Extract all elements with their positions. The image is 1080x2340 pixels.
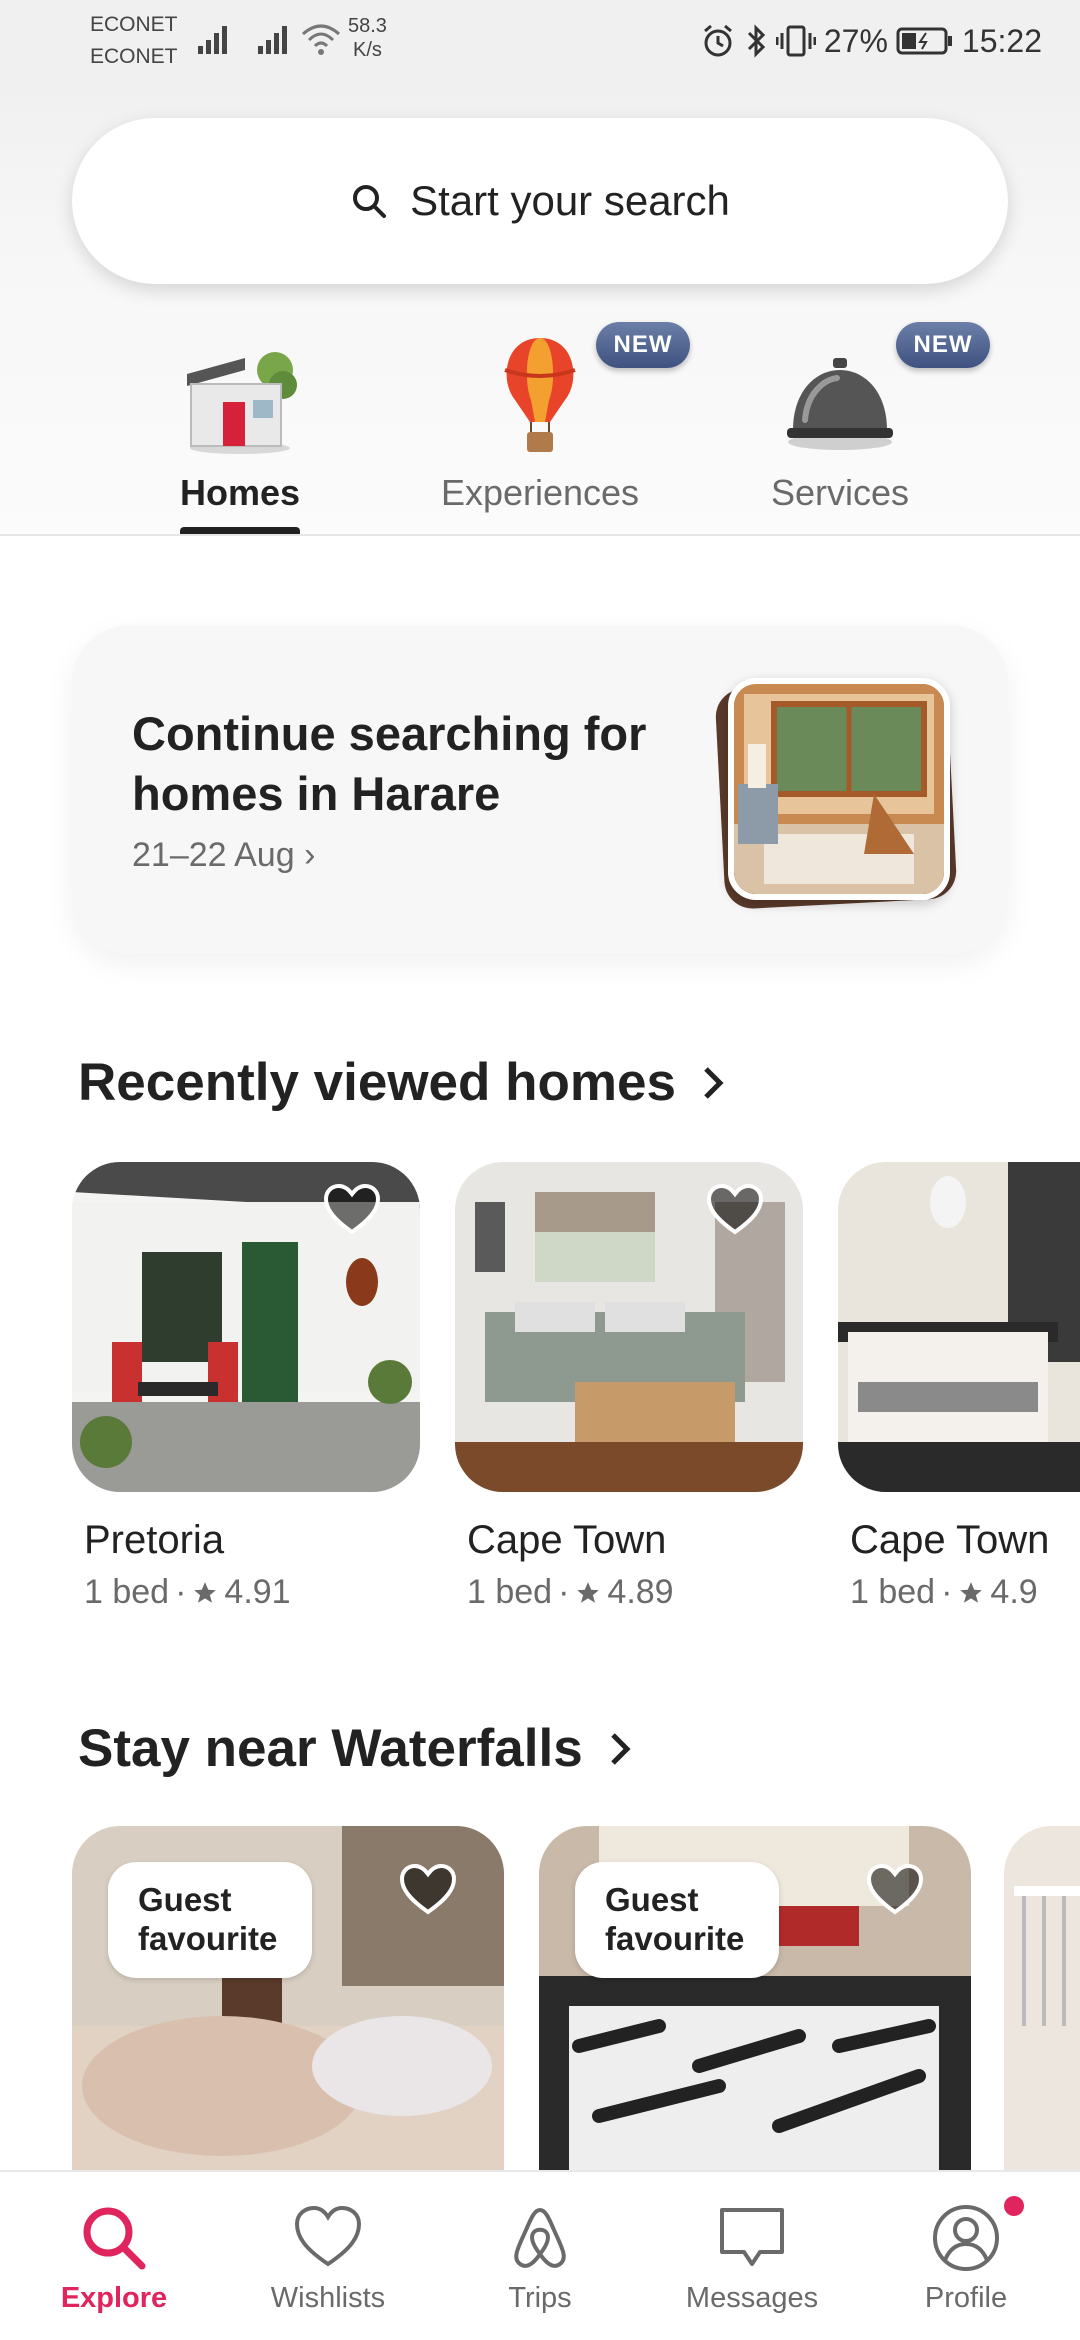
listing-photo: [728, 678, 950, 900]
continue-search-card[interactable]: Continue searching for homes in Harare 2…: [72, 626, 1008, 954]
listing-city: Cape Town: [850, 1518, 1050, 1562]
heart-icon[interactable]: [322, 1182, 382, 1238]
tab-label: Services: [770, 472, 910, 513]
carrier-name: ECONET: [90, 13, 178, 36]
listing-card[interactable]: Cape Town 1 bed · 4.9: [838, 1162, 1080, 1612]
new-badge: NEW: [596, 322, 690, 368]
nav-label: Explore: [60, 2282, 168, 2314]
listing-card[interactable]: Guest favourite: [72, 1826, 504, 2170]
nav-messages[interactable]: Messages: [652, 2196, 852, 2326]
guest-favourite-badge: Guest favourite: [108, 1862, 312, 1978]
chevron-right-icon: [610, 1732, 631, 1765]
heart-icon[interactable]: [705, 1182, 765, 1238]
listing-photo: [1004, 1826, 1080, 2170]
battery-icon: [896, 27, 952, 55]
status-icons: 27% 15:22: [700, 20, 1042, 62]
new-badge: NEW: [896, 322, 990, 368]
profile-icon: [933, 2205, 999, 2271]
recently-viewed-heading[interactable]: Recently viewed homes: [78, 1052, 728, 1113]
continue-search-dates: 21–22 Aug ›: [132, 836, 316, 874]
nav-wishlists[interactable]: Wishlists: [228, 2196, 428, 2326]
listing-card[interactable]: Pretoria 1 bed · 4.91: [72, 1162, 420, 1612]
search-icon: [83, 2207, 146, 2270]
listing-photo: [72, 1162, 420, 1492]
listing-city: Pretoria: [84, 1518, 225, 1562]
bluetooth-icon: [747, 24, 765, 58]
listing-card[interactable]: [1004, 1826, 1080, 2170]
listing-photo: [455, 1162, 803, 1492]
heart-icon[interactable]: [865, 1862, 925, 1918]
search-icon: [353, 185, 387, 218]
category-tabs: Homes NEW Experiences NEW Services: [0, 322, 1080, 535]
nav-label: Profile: [924, 2282, 1008, 2314]
listing-meta: 1 bed · 4.89: [467, 1573, 674, 1611]
net-speed: 58.3 K/s: [348, 15, 387, 61]
header-divider: [0, 534, 1080, 536]
wifi-icon: [302, 24, 340, 55]
vibrate-icon: [775, 25, 816, 57]
service-bell-icon: [775, 330, 905, 460]
waterfalls-heading[interactable]: Stay near Waterfalls: [78, 1718, 635, 1779]
nav-label: Wishlists: [270, 2282, 386, 2314]
battery-percent: 27%: [823, 22, 888, 59]
notification-dot: [1004, 2196, 1024, 2216]
tab-label: Experiences: [440, 472, 640, 513]
heart-icon: [294, 2205, 362, 2267]
section-title: Recently viewed homes: [78, 1053, 676, 1112]
hot-air-balloon-icon: [475, 330, 605, 460]
tab-homes[interactable]: Homes: [90, 330, 390, 535]
message-icon: [720, 2208, 784, 2266]
tab-label: Homes: [179, 472, 301, 513]
listing-meta: 1 bed · 4.91: [84, 1573, 291, 1611]
search-bar[interactable]: Start your search: [72, 118, 1008, 284]
signal-icon: [258, 26, 287, 54]
listing-card[interactable]: Guest favourite: [539, 1826, 971, 2170]
star-icon: [960, 1581, 983, 1603]
continue-search-title: Continue searching for homes in Harare: [132, 707, 647, 820]
listing-meta: 1 bed · 4.9: [850, 1573, 1038, 1611]
listing-photo: [838, 1162, 1080, 1492]
alarm-icon: [703, 24, 732, 57]
search-label: Start your search: [410, 177, 730, 224]
listing-city: Cape Town: [467, 1518, 667, 1562]
chevron-right-icon: [704, 1066, 724, 1099]
nav-explore[interactable]: Explore: [14, 2196, 214, 2326]
clock: 15:22: [961, 22, 1042, 59]
guest-favourite-badge: Guest favourite: [575, 1862, 779, 1978]
header-area: Start your search Homes NEW Experiences …: [0, 80, 1080, 535]
chevron-right-icon: ›: [304, 836, 316, 874]
heart-icon[interactable]: [398, 1862, 458, 1918]
tab-services[interactable]: NEW Services: [690, 322, 990, 535]
house-icon: [175, 330, 305, 460]
airbnb-logo-icon: [514, 2207, 566, 2268]
nav-trips[interactable]: Trips: [440, 2196, 640, 2326]
signal-icon: [198, 26, 227, 54]
star-icon: [577, 1581, 600, 1603]
nav-label: Trips: [508, 2282, 572, 2314]
carrier-name: ECONET: [90, 45, 178, 68]
star-icon: [194, 1581, 217, 1603]
nav-label: Messages: [685, 2282, 819, 2314]
tab-experiences[interactable]: NEW Experiences: [390, 322, 690, 535]
status-bar: ECONET ECONET 58.3 K/s 27% 15:22: [0, 0, 1080, 80]
nav-profile[interactable]: Profile: [866, 2196, 1066, 2326]
listing-card[interactable]: Cape Town 1 bed · 4.89: [455, 1162, 803, 1612]
bottom-nav: Explore Wishlists Trips Messages Profile: [0, 2170, 1080, 2340]
section-title: Stay near Waterfalls: [78, 1719, 583, 1778]
